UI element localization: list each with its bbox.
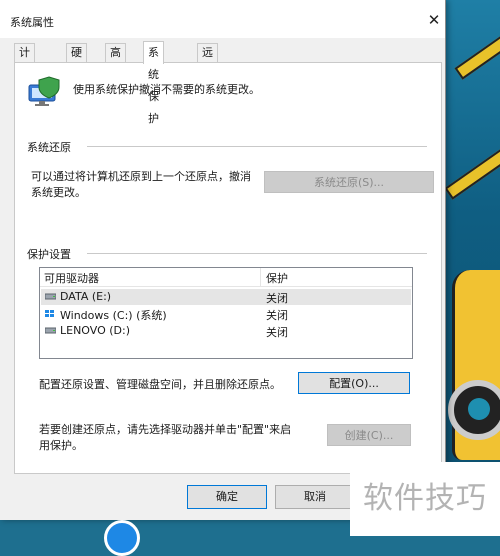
drive-protection-status: 关闭 — [266, 326, 288, 339]
drive-name: DATA (E:) — [60, 290, 112, 303]
drives-list[interactable]: 可用驱动器 保护 DATA (E:) 关闭 Windows (C:) (系统) … — [39, 267, 413, 359]
system-restore-description: 可以通过将计算机还原到上一个还原点，撤消系统更改。 — [31, 170, 251, 199]
system-protection-panel: 使用系统保护撤消不需要的系统更改。 系统还原 可以通过将计算机还原到上一个还原点… — [14, 62, 442, 474]
drive-name: Windows (C:) (系统) — [60, 309, 167, 322]
tab-system-protection[interactable]: 系统保护 — [143, 41, 164, 125]
tab-computer-name[interactable]: 计算机名 — [14, 43, 35, 113]
watermark-text: 软件技巧 — [350, 462, 500, 536]
drive-icon — [45, 293, 56, 300]
drive-name: LENOVO (D:) — [60, 324, 131, 337]
tab-advanced[interactable]: 高级 — [105, 43, 126, 77]
window-title: 系统属性 — [10, 16, 54, 29]
create-button[interactable]: 创建(C)... — [327, 424, 411, 446]
drives-list-header: 可用驱动器 保护 — [40, 268, 412, 287]
drive-row-windows[interactable]: Windows (C:) (系统) 关闭 — [41, 306, 411, 322]
system-properties-dialog: 系统属性 ✕ 计算机名 硬件 高级 系统保护 远程 使用系统保护撤消不需要的系统… — [0, 0, 446, 520]
system-protection-shield-icon — [28, 76, 60, 106]
drive-protection-status: 关闭 — [266, 309, 288, 322]
drive-icon — [45, 327, 56, 334]
group-divider — [87, 146, 427, 147]
group-divider — [87, 253, 427, 254]
cancel-button[interactable]: 取消 — [275, 485, 355, 509]
column-available-drives[interactable]: 可用驱动器 — [44, 270, 99, 286]
close-button[interactable]: ✕ — [424, 11, 444, 31]
taskbar-edge-icon[interactable] — [104, 520, 140, 556]
system-restore-group-title: 系统还原 — [27, 141, 71, 154]
create-description: 若要创建还原点，请先选择驱动器并单击"配置"来启用保护。 — [39, 423, 292, 452]
ok-button[interactable]: 确定 — [187, 485, 267, 509]
system-restore-button[interactable]: 系统还原(S)... — [264, 171, 434, 193]
title-bar[interactable]: 系统属性 ✕ — [0, 0, 445, 38]
configure-button[interactable]: 配置(O)... — [298, 372, 410, 394]
tab-remote[interactable]: 远程 — [197, 43, 218, 77]
column-protection[interactable]: 保护 — [266, 270, 288, 286]
intro-text: 使用系统保护撤消不需要的系统更改。 — [73, 83, 260, 96]
tab-hardware[interactable]: 硬件 — [66, 43, 87, 77]
configure-description: 配置还原设置、管理磁盘空间，并且删除还原点。 — [39, 378, 281, 391]
protection-settings-group-title: 保护设置 — [27, 248, 71, 261]
drive-row-lenovo[interactable]: LENOVO (D:) 关闭 — [41, 323, 411, 339]
drive-row-data[interactable]: DATA (E:) 关闭 — [41, 289, 411, 305]
windows-drive-icon — [45, 310, 54, 317]
drive-protection-status: 关闭 — [266, 292, 288, 305]
